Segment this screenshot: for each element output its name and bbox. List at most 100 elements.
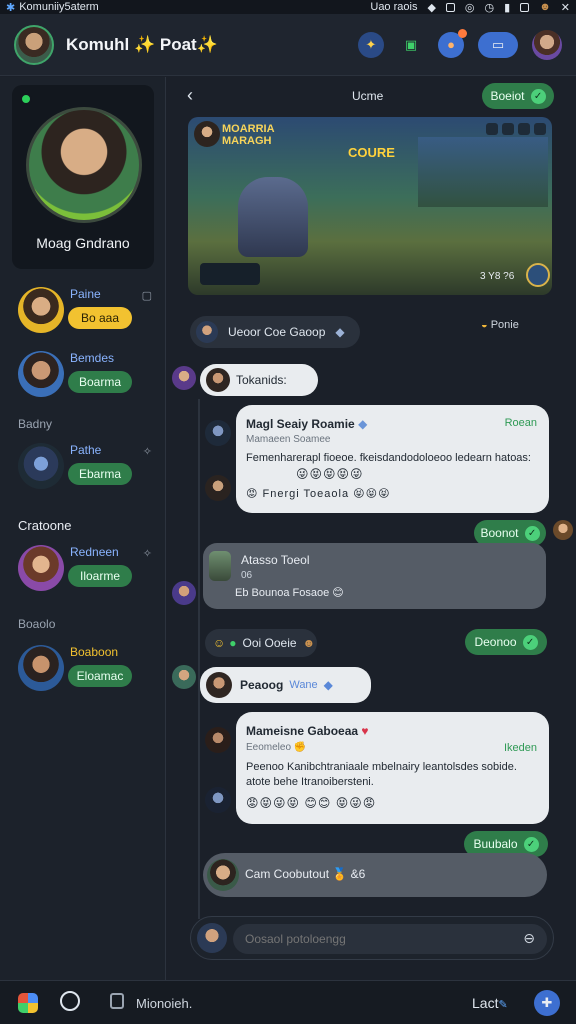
- verified-icon: ◆: [358, 417, 368, 431]
- game-author-avatar: [194, 121, 220, 147]
- status-app-name: Komuniiy5aterm: [19, 1, 99, 13]
- game-score: 3 Y8 ?6: [480, 271, 515, 282]
- friend-action-button[interactable]: Iloarme: [68, 565, 132, 587]
- reply-avatar[interactable]: [205, 727, 231, 753]
- notification-icon[interactable]: ●: [438, 28, 467, 58]
- section-label: Badny: [18, 417, 53, 431]
- sender-avatar[interactable]: [172, 366, 196, 390]
- star-icon[interactable]: ✧: [143, 445, 152, 458]
- message-composer: ⊖: [190, 916, 554, 960]
- game-logo: COURE: [348, 145, 395, 160]
- friend-item[interactable]: Redneen Iloarme ✧: [18, 539, 158, 599]
- game-action-icon[interactable]: [526, 263, 550, 287]
- send-icon[interactable]: ⊖: [523, 930, 535, 947]
- card-thumbnail: [209, 551, 231, 581]
- composer-avatar[interactable]: [197, 923, 227, 953]
- card-line: Cam Coobutout 🏅 &6: [245, 867, 366, 881]
- sender-avatar[interactable]: [172, 665, 196, 689]
- chat-title: Ucme: [352, 89, 384, 103]
- message-input[interactable]: [233, 924, 547, 954]
- bag-icon[interactable]: [110, 993, 124, 1009]
- section-label: Boaolo: [18, 617, 56, 631]
- nav-right-text: Lact: [472, 995, 499, 1011]
- game-preview-card[interactable]: MOARRIA MARAGH COURE 3 Y8 ?6: [188, 117, 552, 295]
- app-header: Komuhl ✨ Poat✨ ✦ ▣ ● ▭: [0, 14, 576, 76]
- sender-avatar[interactable]: [172, 581, 196, 605]
- back-icon[interactable]: ‹: [187, 85, 193, 106]
- friend-action-button[interactable]: Bo aaa: [68, 307, 132, 329]
- reply-button[interactable]: Deonoo ✓: [465, 629, 547, 655]
- friend-avatar: [18, 287, 64, 333]
- thread-line: [198, 399, 200, 919]
- friend-item[interactable]: Bemdes Boarma: [18, 345, 158, 405]
- message-pill[interactable]: ☺ ● Ooi Ooeie ☻: [205, 629, 317, 657]
- user-avatar[interactable]: [532, 29, 562, 60]
- plus-icon: ✚: [541, 995, 553, 1010]
- sender-avatar[interactable]: [553, 520, 573, 540]
- game-character: [238, 177, 308, 257]
- friend-action-button[interactable]: Ebarma: [68, 463, 132, 485]
- topbar-action-button[interactable]: Boeiot ✓: [482, 83, 554, 109]
- app-logo-icon[interactable]: [18, 993, 38, 1013]
- section-label: Cratoone: [18, 518, 72, 533]
- friend-item[interactable]: Pathe Ebarma ✧: [18, 437, 158, 497]
- reply-label: Buubalo: [473, 837, 518, 851]
- pill-text: Tokanids:: [236, 373, 287, 387]
- verified-icon: ◆: [323, 678, 333, 692]
- app-icon: ✱: [6, 1, 16, 14]
- topbar-action-label: Boeiot: [490, 89, 525, 103]
- notification-badge: [458, 28, 467, 38]
- game-title-line: MOARRIA: [222, 123, 275, 135]
- close-icon[interactable]: ✕: [561, 1, 570, 14]
- friend-item[interactable]: Paine Bo aaa ▢: [18, 281, 158, 341]
- profile-name: Moag Gndrano: [36, 235, 130, 251]
- card-title-text: Magl Seaiy Roamie: [246, 417, 355, 431]
- avatar-icon: ☻: [302, 636, 316, 650]
- card-title: Atasso Toeol: [241, 553, 310, 567]
- verified-icon: ◆: [335, 325, 345, 339]
- header-title: Komuhl ✨ Poat✨: [66, 34, 218, 54]
- chat-icon[interactable]: ▢: [142, 289, 152, 302]
- profile-nav-icon[interactable]: [60, 991, 80, 1011]
- coin-icon: ◒: [481, 319, 491, 331]
- reply-avatar[interactable]: [205, 475, 231, 501]
- clock-icon: ◷: [484, 1, 495, 14]
- window-icon[interactable]: [520, 2, 530, 12]
- friend-action-button[interactable]: Boarma: [68, 371, 132, 393]
- profile-avatar: [26, 107, 142, 223]
- game-title-line: MARAGH: [222, 135, 272, 147]
- friend-name: Boaboon: [70, 645, 119, 659]
- friend-item[interactable]: Boaboon Eloamac: [18, 639, 158, 699]
- star-icon[interactable]: ✧: [143, 547, 152, 560]
- reply-avatar[interactable]: [205, 787, 231, 813]
- message-card[interactable]: Magl Seaiy Roamie ◆ Roean Mamaeen Soamee…: [236, 405, 549, 513]
- gamepad-icon[interactable]: ▣: [398, 32, 424, 58]
- nav-label: Mionoieh.: [136, 996, 193, 1011]
- pill-right-label: ◒ Ponie: [481, 319, 519, 331]
- header-avatar[interactable]: [14, 24, 54, 65]
- card-subtitle: Mamaeen Soamee: [246, 434, 331, 445]
- card-subtitle-text: Eeomeleo: [246, 742, 292, 753]
- message-pill[interactable]: Tokanids:: [200, 364, 318, 396]
- check-icon: ✓: [523, 836, 539, 852]
- profile-card[interactable]: Moag Gndrano: [12, 85, 154, 269]
- game-hud: [486, 123, 546, 135]
- message-pill[interactable]: Ueoor Coe Gaoop ◆: [190, 316, 360, 348]
- friend-avatar: [18, 443, 64, 489]
- message-card[interactable]: Cam Coobutout 🏅 &6: [203, 853, 547, 897]
- friend-action-button[interactable]: Eloamac: [68, 665, 132, 687]
- status-bar: ✱ Komuniiy5aterm Uao raois ◆ ◎ ◷ ▮ ☻ ✕: [0, 0, 576, 14]
- wifi-icon: ◆: [427, 1, 436, 14]
- message-card[interactable]: Atasso Toeol 06 Eb Bounoa Fosaoe 😊: [203, 543, 546, 609]
- message-card[interactable]: Mameisne Gaboeaa ♥ Ikeden Eeomeleo ✊ Pee…: [236, 712, 549, 824]
- chat-icon[interactable]: ▭: [478, 31, 518, 58]
- sparkle-icon[interactable]: ✦: [358, 31, 384, 58]
- reply-avatar[interactable]: [205, 420, 231, 446]
- message-pill[interactable]: Peaoog Wane ◆: [200, 667, 371, 703]
- card-body: Femenharerapl fioeoe. fkeisdandodoloeoo …: [246, 452, 531, 464]
- pill-text: Ueoor Coe Gaoop: [228, 325, 326, 339]
- card-avatar: [207, 859, 239, 891]
- check-icon: ✓: [530, 88, 546, 104]
- card-tag: Ikeden: [503, 742, 537, 754]
- compose-fab[interactable]: ✚: [534, 990, 560, 1016]
